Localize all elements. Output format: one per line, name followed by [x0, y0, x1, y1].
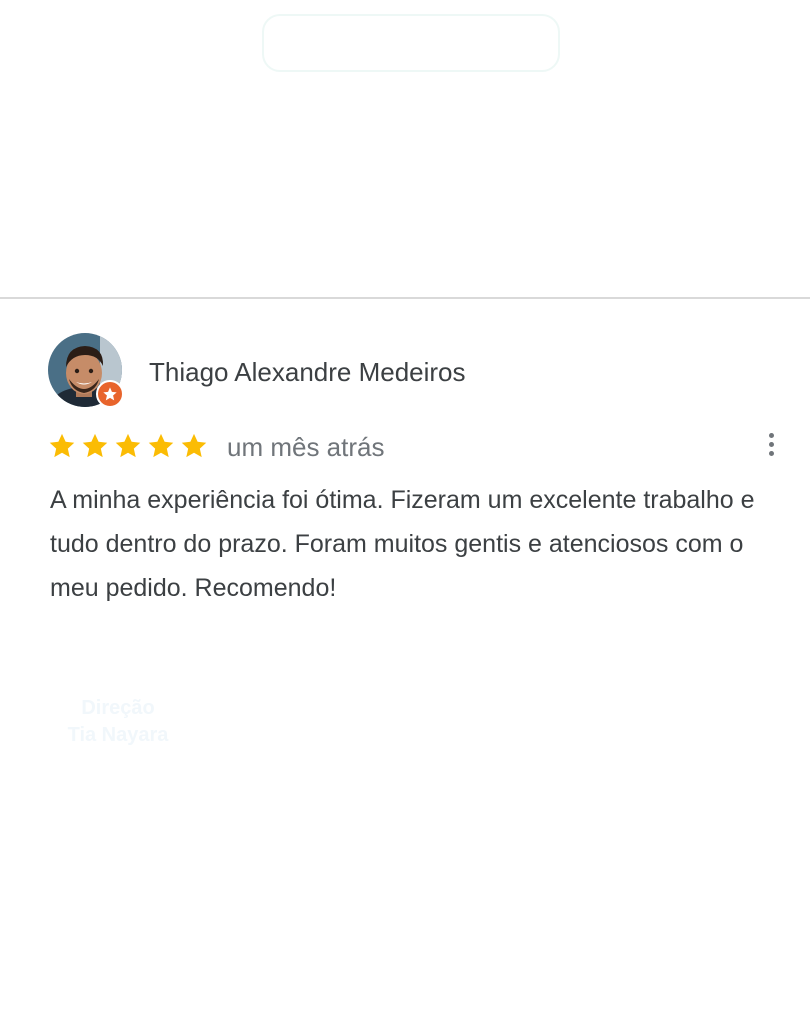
more-options-dot [768, 441, 774, 447]
faint-caption: Direção Tia Nayara [58, 695, 178, 749]
star-icon [148, 433, 174, 458]
avatar[interactable] [48, 333, 124, 408]
review-date: um mês atrás [227, 432, 385, 462]
faint-caption-line1: Direção [81, 697, 155, 719]
faint-caption-line2: Tia Nayara [67, 724, 169, 746]
divider [0, 297, 810, 299]
faint-frame [262, 14, 560, 72]
more-options-dot [768, 450, 774, 456]
star-icon [181, 433, 207, 458]
local-guide-badge-icon [96, 380, 124, 408]
more-options-icon[interactable] [755, 427, 787, 461]
review-text: A minha experiência foi ótima. Fizeram u… [50, 486, 755, 602]
review-page: Thiago Alexandre Medeiros um mês atrás A… [0, 0, 810, 1013]
star-icon [82, 433, 108, 458]
author-name[interactable]: Thiago Alexandre Medeiros [149, 357, 466, 388]
more-options-dot [768, 432, 774, 438]
star-icon [115, 433, 141, 458]
star-icon [49, 433, 75, 458]
star-rating [48, 432, 208, 460]
